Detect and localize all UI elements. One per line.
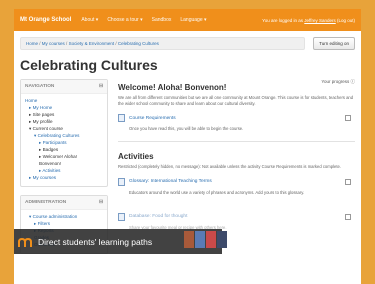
login-prefix: You are logged in as bbox=[262, 17, 305, 23]
activity-description: Educators around the world use a variety… bbox=[129, 189, 305, 195]
nav-item[interactable]: ▸ Welcome! Aloha! bbox=[25, 153, 103, 160]
breadcrumb: Home / My courses / Society & Environmen… bbox=[20, 37, 306, 50]
logout-link[interactable]: (Log out) bbox=[336, 18, 355, 23]
administration-block-header: ADMINISTRATION ⊟ bbox=[21, 196, 107, 210]
glossary-icon bbox=[118, 177, 125, 186]
your-progress-label[interactable]: Your progress ⓘ bbox=[321, 79, 355, 85]
nav-item[interactable]: ▸ Badges bbox=[25, 146, 103, 153]
nav-item[interactable]: ▸ Filters bbox=[25, 220, 103, 227]
nav-item[interactable]: ▸ Activities bbox=[25, 167, 103, 174]
activity-database[interactable]: Database: Food for thought bbox=[118, 212, 355, 221]
welcome-section-title: Welcome! Aloha! Bonvenon! bbox=[118, 83, 227, 92]
thumbnail-photo bbox=[184, 231, 194, 248]
database-icon bbox=[118, 212, 125, 221]
activity-glossary[interactable]: Glossary: International Teaching Terms bbox=[118, 177, 355, 186]
restriction-notice: Restricted (completely hidden, no messag… bbox=[118, 164, 341, 169]
menu-language[interactable]: Language ▾ bbox=[180, 17, 206, 23]
nav-item[interactable]: ▾ Current course bbox=[25, 125, 103, 132]
login-info: You are logged in as Jeffrey Sanders (Lo… bbox=[262, 18, 355, 23]
orange-frame: Mt Orange School About ▾ Choose a tour ▾… bbox=[0, 0, 375, 284]
turn-editing-on-button[interactable]: Turn editing on bbox=[313, 37, 355, 50]
activity-link[interactable]: Database: Food for thought bbox=[129, 214, 187, 219]
photo-thumbnails bbox=[184, 231, 227, 248]
welcome-section: Welcome! Aloha! Bonvenon! We are all fro… bbox=[118, 79, 355, 131]
navigation-list: Home ▸ My Home ▸ Site pages ▸ My profile ▾ C… bbox=[21, 94, 107, 186]
nav-item[interactable]: ▸ Site pages bbox=[25, 111, 103, 118]
administration-heading: ADMINISTRATION bbox=[25, 200, 67, 205]
menu-sandbox[interactable]: Sandbox bbox=[152, 17, 172, 23]
menu-about[interactable]: About ▾ bbox=[81, 17, 98, 23]
welcome-section-summary: We are all from different communities bu… bbox=[118, 95, 354, 106]
thumbnail-photo bbox=[217, 231, 227, 248]
breadcrumb-society[interactable]: Society & Environment bbox=[69, 41, 115, 46]
page-title: Celebrating Cultures bbox=[20, 57, 158, 73]
completion-checkbox[interactable] bbox=[345, 213, 351, 220]
completion-checkbox[interactable] bbox=[345, 178, 351, 185]
login-user-link[interactable]: Jeffrey Sanders bbox=[304, 18, 335, 23]
nav-item[interactable]: ▸ My profile bbox=[25, 118, 103, 125]
activity-link[interactable]: Course Requirements bbox=[129, 116, 176, 121]
page-icon bbox=[118, 114, 125, 122]
nav-item[interactable]: ▸ My Home bbox=[25, 104, 103, 111]
thumbnail-photo bbox=[195, 231, 205, 248]
breadcrumb-my-courses[interactable]: My courses bbox=[42, 41, 65, 46]
activities-section-title: Activities bbox=[118, 152, 154, 161]
nav-item[interactable]: ▸ Participants bbox=[25, 139, 103, 146]
breadcrumb-course[interactable]: Celebrating Cultures bbox=[118, 41, 159, 46]
navigation-heading: NAVIGATION bbox=[25, 84, 55, 89]
section-divider bbox=[118, 141, 355, 142]
feature-caption: Direct students' learning paths bbox=[38, 236, 153, 247]
moodle-logo-icon bbox=[14, 229, 36, 254]
nav-item[interactable]: ▾ Course administration bbox=[25, 213, 103, 220]
breadcrumb-home[interactable]: Home bbox=[26, 41, 38, 46]
activity-link[interactable]: Glossary: International Teaching Terms bbox=[129, 179, 212, 184]
site-name-link[interactable]: Mt Orange School bbox=[20, 17, 71, 23]
breadcrumb-row: Home / My courses / Society & Environmen… bbox=[14, 31, 361, 51]
block-collapse-icon[interactable]: ⊟ bbox=[99, 200, 103, 205]
top-navbar: Mt Orange School About ▾ Choose a tour ▾… bbox=[14, 9, 361, 31]
activity-description: Once you have read this, you will be abl… bbox=[129, 126, 244, 131]
nav-item[interactable]: ▾ Celebrating Cultures bbox=[25, 132, 103, 139]
thumbnail-photo bbox=[206, 231, 216, 248]
navigation-block-header: NAVIGATION ⊟ bbox=[21, 80, 107, 94]
navigation-block: NAVIGATION ⊟ Home ▸ My Home ▸ Site pages ▸ … bbox=[20, 79, 108, 187]
nav-item[interactable]: Home bbox=[25, 97, 103, 104]
block-collapse-icon[interactable]: ⊟ bbox=[99, 84, 103, 89]
nav-item[interactable]: Bonvenon! bbox=[25, 160, 103, 167]
activities-section: Activities Restricted (completely hidden… bbox=[118, 148, 355, 230]
activity-course-requirements[interactable]: Course Requirements bbox=[118, 114, 355, 122]
menu-choose-tour[interactable]: Choose a tour ▾ bbox=[107, 17, 142, 23]
nav-item[interactable]: ▸ My courses bbox=[25, 174, 103, 181]
completion-checkbox[interactable] bbox=[345, 115, 351, 121]
moodle-screen: Mt Orange School About ▾ Choose a tour ▾… bbox=[14, 9, 361, 284]
